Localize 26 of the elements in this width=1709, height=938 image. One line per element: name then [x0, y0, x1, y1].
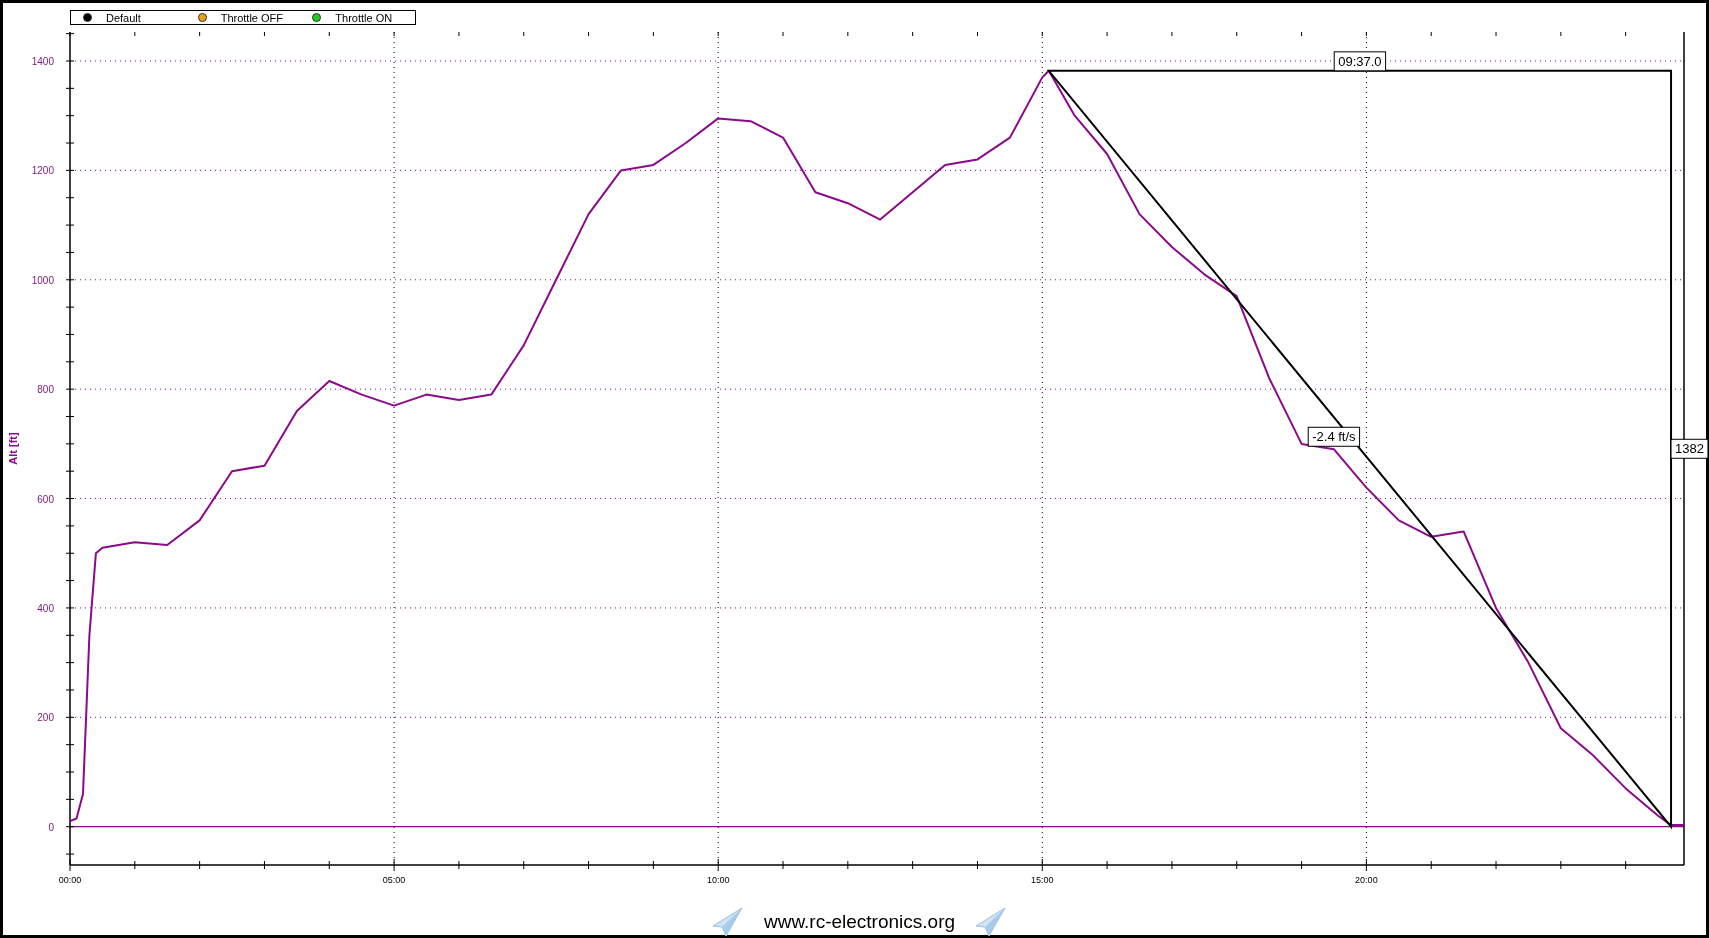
measure-label: 1382: [1670, 438, 1709, 459]
paper-plane-icon: [711, 907, 744, 937]
y-tick-label: 1200: [31, 165, 54, 177]
x-tick-label: 05:00: [382, 875, 406, 885]
paper-plane-icon: [975, 907, 1008, 937]
legend-label: Throttle ON: [335, 11, 393, 24]
website-url: www.rc-electronics.org: [763, 911, 956, 933]
y-tick-label: 400: [37, 602, 54, 614]
x-tick-label: 15:00: [1031, 875, 1054, 885]
y-tick-label: 1000: [31, 274, 54, 286]
x-tick-label: 20:00: [1355, 875, 1378, 885]
annotation: -2.4 ft/s: [1312, 429, 1357, 445]
y-tick-label: 0: [48, 821, 54, 833]
measure-label: -2.4 ft/s: [1307, 426, 1361, 447]
annotation: 09:37.0: [1338, 53, 1382, 69]
x-tick-label: 00:00: [58, 875, 82, 885]
legend-label: Throttle OFF: [220, 11, 283, 24]
annotation: 1382: [1675, 441, 1704, 457]
y-axis-title: Alt [ft]: [7, 432, 19, 465]
x-tick-label: 10:00: [706, 875, 730, 885]
y-tick-label: 800: [37, 384, 54, 396]
y-tick-label: 1400: [31, 56, 54, 67]
measure-label: 09:37.0: [1333, 51, 1387, 72]
legend-label: Default: [106, 11, 141, 24]
y-tick-label: 600: [37, 493, 54, 505]
y-tick-label: 200: [37, 712, 54, 724]
